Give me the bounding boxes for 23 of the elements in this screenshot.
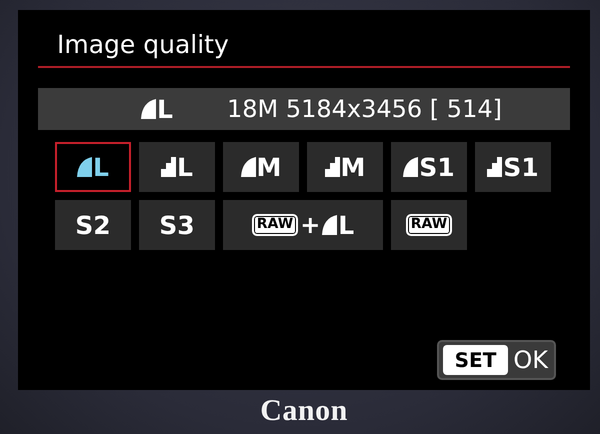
quality-option[interactable]: S1 bbox=[391, 142, 467, 192]
normal-quality-icon bbox=[161, 157, 176, 177]
fine-quality-icon bbox=[141, 99, 156, 119]
quality-option[interactable]: RAW bbox=[391, 200, 467, 250]
quality-option[interactable]: S3 bbox=[139, 200, 215, 250]
fine-quality-icon bbox=[403, 157, 418, 177]
fine-quality-icon bbox=[322, 215, 338, 235]
quality-option[interactable]: L bbox=[55, 142, 131, 192]
image-details: 18M 5184x3456 [ 514] bbox=[226, 95, 502, 123]
quality-option[interactable]: S2 bbox=[55, 200, 131, 250]
brand-logo: Canon bbox=[260, 394, 348, 428]
normal-quality-icon bbox=[487, 157, 502, 177]
quality-option[interactable]: M bbox=[307, 142, 383, 192]
menu-title: Image quality bbox=[56, 30, 230, 61]
fine-quality-icon bbox=[240, 157, 256, 177]
quality-option[interactable]: M bbox=[223, 142, 299, 192]
size-label: L bbox=[157, 94, 173, 124]
fine-quality-icon bbox=[77, 157, 92, 177]
quality-option[interactable]: S1 bbox=[475, 142, 551, 192]
quality-option[interactable]: L bbox=[139, 142, 215, 192]
quality-option[interactable]: RAW + L bbox=[223, 200, 383, 250]
normal-quality-icon bbox=[324, 157, 340, 177]
set-ok-button[interactable]: SET OK bbox=[436, 340, 556, 380]
